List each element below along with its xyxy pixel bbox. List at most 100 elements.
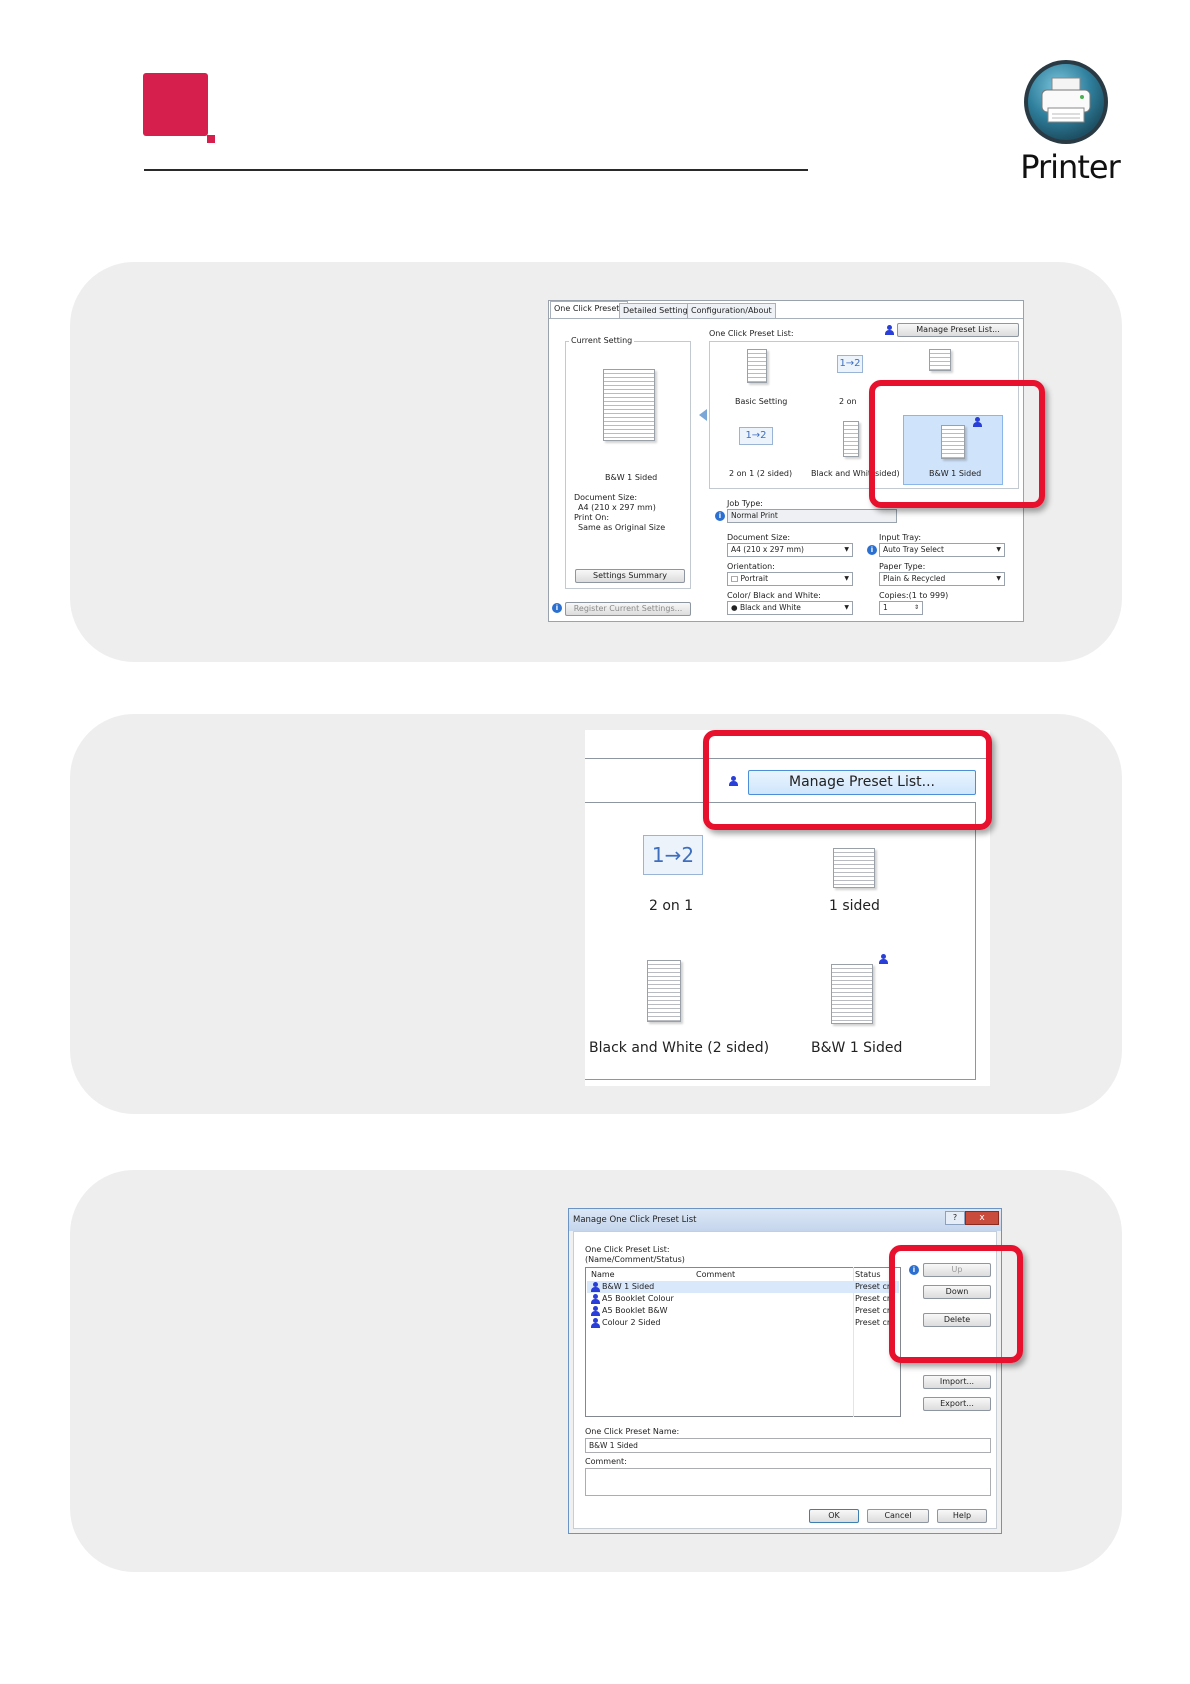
print-on-label: Print On: <box>574 513 610 522</box>
preset-name-input[interactable]: B&W 1 Sided <box>585 1438 991 1453</box>
job-type-label: Job Type: <box>727 499 763 508</box>
table-row-status: Preset cr <box>855 1306 891 1315</box>
preset-2on1-2sided-icon[interactable]: 1→2 <box>739 427 773 445</box>
document-size-value: A4 (210 x 297 mm) <box>578 503 656 512</box>
table-row-name[interactable]: Colour 2 Sided <box>602 1318 661 1328</box>
help-button[interactable]: Help <box>937 1509 987 1523</box>
color-label: Color/ Black and White: <box>727 591 821 600</box>
list-right-line <box>975 802 976 1080</box>
list-label: One Click Preset List: <box>585 1245 670 1254</box>
orientation-select[interactable]: □ Portrait ▼ <box>727 572 853 586</box>
user-icon <box>591 1294 600 1304</box>
document-size-label: Document Size: <box>574 493 638 502</box>
table-row-name[interactable]: A5 Booklet Colour <box>602 1294 674 1304</box>
list-bottom-line <box>585 1079 976 1080</box>
preset-list-label: One Click Preset List: <box>709 329 794 338</box>
dialog-title: Manage One Click Preset List <box>569 1209 1001 1231</box>
job-type-select[interactable]: Normal Print <box>727 509 897 523</box>
black-white-icon: ● <box>731 603 740 612</box>
paper-type-label: Paper Type: <box>879 562 926 571</box>
brand-logo-dot <box>207 135 215 143</box>
printer-icon <box>1024 60 1108 144</box>
manage-preset-list-button[interactable]: Manage Preset List... <box>897 323 1019 337</box>
close-icon[interactable]: x <box>965 1211 999 1225</box>
preset-label: 1 sided <box>829 898 880 914</box>
input-tray-select-value: Auto Tray Select <box>883 545 944 554</box>
color-select-value: Black and White <box>739 603 801 612</box>
input-tray-select[interactable]: Auto Tray Select ▼ <box>879 543 1005 557</box>
user-icon <box>591 1306 600 1316</box>
copies-stepper[interactable]: 1 ⇕ <box>879 601 923 615</box>
preset-label: 2 on <box>839 397 857 406</box>
column-header-name[interactable]: Name <box>591 1270 615 1280</box>
printer-badge-label: Printer <box>1020 148 1120 186</box>
preset-color-icon[interactable] <box>929 349 951 371</box>
highlight-order-buttons <box>889 1245 1023 1363</box>
table-row-status: Preset cr <box>855 1294 891 1303</box>
user-icon <box>885 325 894 335</box>
job-type-value: Normal Print <box>731 511 778 520</box>
color-select[interactable]: ● Black and White ▼ <box>727 601 853 615</box>
preset-2on1-icon[interactable]: 1→2 <box>837 355 863 373</box>
table-row-status: Preset cr <box>855 1318 891 1327</box>
document-size-select[interactable]: A4 (210 x 297 mm) ▼ <box>727 543 853 557</box>
tab-one-click-presets[interactable]: One Click Presets <box>550 301 628 318</box>
chevron-down-icon: ▼ <box>996 546 1001 553</box>
print-on-value: Same as Original Size <box>578 523 666 532</box>
paper-type-select-value: Plain & Recycled <box>883 574 946 583</box>
orientation-label: Orientation: <box>727 562 775 571</box>
column-header-comment[interactable]: Comment <box>696 1270 735 1280</box>
tab-configuration-about[interactable]: Configuration/About <box>687 303 776 318</box>
user-icon <box>591 1282 600 1292</box>
table-row-name[interactable]: B&W 1 Sided <box>602 1282 654 1292</box>
paper-type-select[interactable]: Plain & Recycled ▼ <box>879 572 1005 586</box>
table-row-name[interactable]: A5 Booklet B&W <box>602 1306 667 1316</box>
preview-caption: B&W 1 Sided <box>605 473 658 482</box>
chevron-down-icon: ▼ <box>996 575 1001 582</box>
export-button[interactable]: Export... <box>923 1397 991 1411</box>
scroll-left-arrow-icon[interactable] <box>699 409 707 421</box>
preset-label: Basic Setting <box>735 397 788 406</box>
chevron-down-icon: ▼ <box>844 604 849 611</box>
tab-detailed-settings[interactable]: Detailed Settings <box>619 303 696 318</box>
document-size-field-label: Document Size: <box>727 533 791 542</box>
register-current-settings-button[interactable]: Register Current Settings... <box>565 602 691 616</box>
header-rule <box>144 169 808 171</box>
settings-summary-button[interactable]: Settings Summary <box>575 569 685 583</box>
copies-value: 1 <box>883 603 888 612</box>
table-row-status: Preset cr <box>855 1282 891 1291</box>
comment-label: Comment: <box>585 1457 627 1466</box>
column-header-status[interactable]: Status <box>855 1270 881 1280</box>
chevron-down-icon: ▼ <box>844 575 849 582</box>
spin-arrows-icon[interactable]: ⇕ <box>914 602 919 614</box>
preset-black-white-icon[interactable] <box>843 421 859 457</box>
preset-label: Black and White (2 sided) <box>589 1040 770 1056</box>
current-setting-label: Current Setting <box>569 336 635 346</box>
preset-bw-1-sided-icon[interactable] <box>831 964 873 1024</box>
list-sublabel: (Name/Comment/Status) <box>585 1255 685 1264</box>
preset-2on1-icon[interactable]: 1→2 <box>643 835 703 875</box>
tab-strip-line <box>549 318 1023 319</box>
info-icon: i <box>867 545 877 555</box>
preset-label: B&W 1 Sided <box>811 1040 903 1056</box>
preset-basic-setting-icon[interactable] <box>747 349 767 383</box>
help-icon[interactable]: ? <box>945 1211 965 1225</box>
preset-label: Black and Whit <box>811 469 872 478</box>
copies-label: Copies:(1 to 999) <box>879 591 949 600</box>
preset-label: 2 on 1 (2 sided) <box>729 469 793 478</box>
import-button[interactable]: Import... <box>923 1375 991 1389</box>
preset-black-white-icon[interactable] <box>647 960 681 1022</box>
cancel-button[interactable]: Cancel <box>867 1509 929 1523</box>
user-icon <box>879 954 893 970</box>
info-icon: i <box>715 511 725 521</box>
info-icon: i <box>552 603 562 613</box>
orientation-select-value: Portrait <box>740 574 769 583</box>
highlight-manage-button <box>703 730 992 830</box>
comment-input[interactable] <box>585 1468 991 1496</box>
ok-button[interactable]: OK <box>809 1509 859 1523</box>
document-size-select-value: A4 (210 x 297 mm) <box>731 545 804 554</box>
input-tray-label: Input Tray: <box>879 533 922 542</box>
preset-1-sided-icon[interactable] <box>833 848 875 888</box>
highlight-preset-box <box>869 380 1045 508</box>
current-setting-preview <box>603 369 655 441</box>
